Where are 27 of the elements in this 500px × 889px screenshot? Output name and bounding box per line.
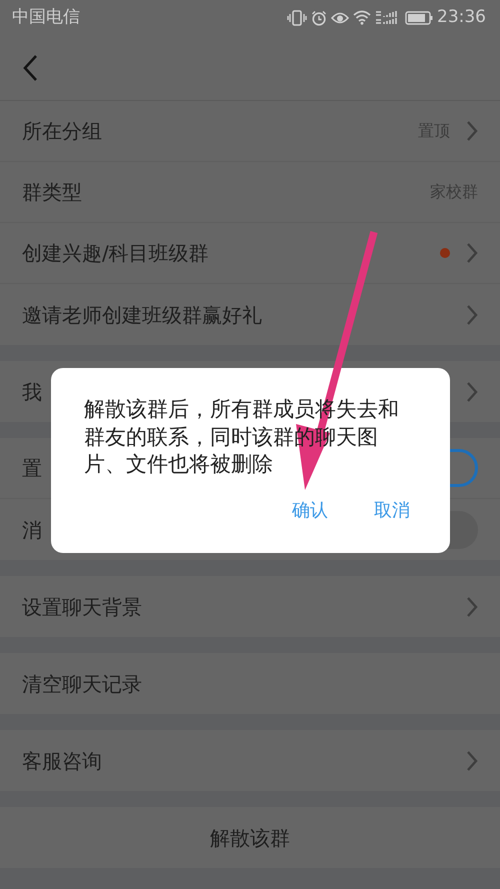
row-label: 置 [22, 455, 42, 482]
battery-icon [405, 10, 433, 24]
row-label: 所在分组 [22, 118, 102, 145]
carrier-name: 中国电信 [12, 6, 80, 29]
eye-icon [331, 10, 349, 24]
clock-time: 23:36 [437, 6, 486, 29]
row-label: 我 [22, 378, 42, 406]
row-label: 邀请老师创建班级群赢好礼 [22, 302, 262, 328]
disband-group-button[interactable]: 解散该群 [0, 807, 500, 868]
row-label: 客服咨询 [22, 748, 102, 774]
row-label: 清空聊天记录 [22, 670, 142, 698]
chevron-icon[interactable] [466, 380, 478, 402]
row-label: 设置聊天背景 [22, 594, 142, 620]
row-label: 群类型 [22, 179, 82, 206]
chevron-icon[interactable] [466, 750, 478, 772]
back-icon[interactable] [22, 54, 38, 82]
dialog-button[interactable]: 确认 [292, 496, 328, 524]
dialog-button[interactable]: 取消 [374, 496, 410, 524]
chevron-icon[interactable] [466, 120, 478, 142]
alarm-icon [311, 10, 327, 26]
row-label: 消 [22, 516, 42, 544]
chevron-icon[interactable] [466, 596, 478, 618]
vibrate-icon [287, 10, 307, 26]
row-label: 创建兴趣/科目班级群 [22, 240, 209, 267]
chevron-icon[interactable] [466, 242, 478, 264]
chevron-icon[interactable] [466, 304, 478, 326]
wifi-icon [353, 10, 371, 25]
